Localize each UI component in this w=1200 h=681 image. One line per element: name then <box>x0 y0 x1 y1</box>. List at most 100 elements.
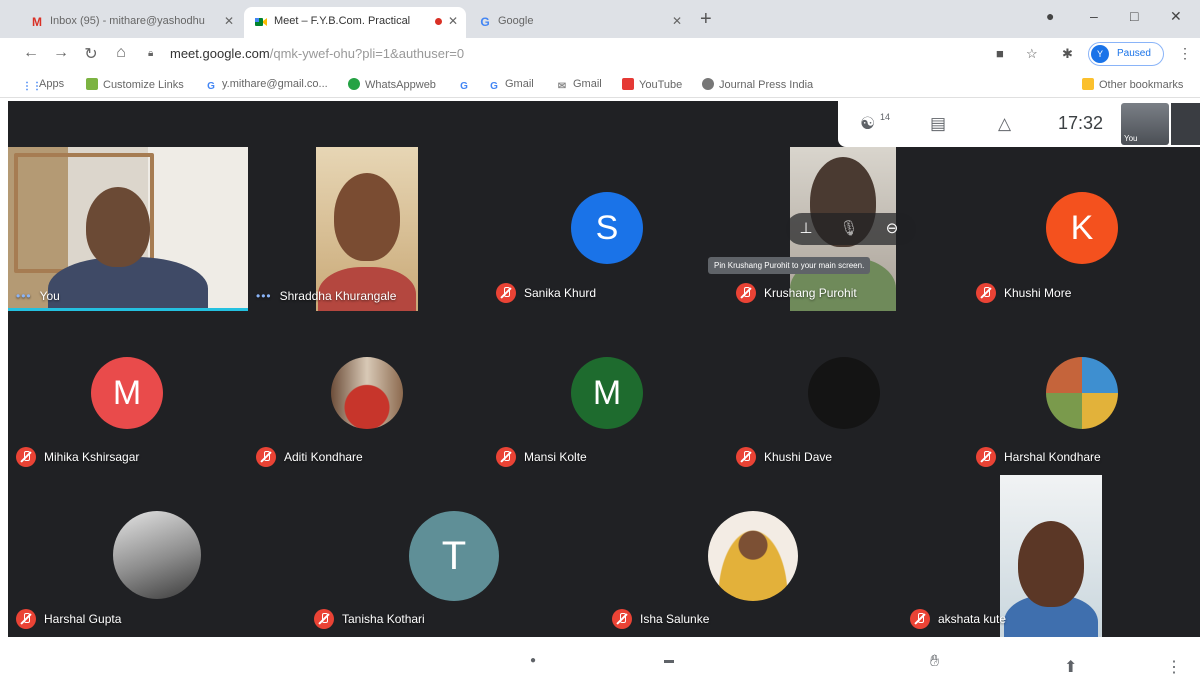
bookmark-label: Journal Press India <box>719 79 814 91</box>
bookmark-other-bookmarks[interactable]: Other bookmarks <box>1082 78 1183 91</box>
bookmark-customize-links[interactable]: Customize Links <box>86 78 184 91</box>
bookmark-journal-press-india[interactable]: Journal Press India <box>702 78 813 91</box>
bookmark-label: WhatsAppweb <box>365 79 436 91</box>
chat-icon[interactable]: ▤ <box>930 114 946 134</box>
mic-off-icon <box>256 447 276 467</box>
self-view-thumbnail[interactable]: You <box>1121 103 1169 145</box>
gmail-icon: M <box>32 15 42 29</box>
participant-name-text: Krushang Purohit <box>764 286 857 300</box>
participant-name-text: Mansi Kolte <box>524 450 587 464</box>
participant-tile[interactable]: T Tanisha Kothari <box>306 475 604 637</box>
close-icon[interactable]: ✕ <box>672 7 682 36</box>
bookmark-youtube[interactable]: YouTube <box>622 78 682 91</box>
more-options-icon[interactable]: ⋮ <box>1166 657 1182 677</box>
mic-off-icon <box>16 447 36 467</box>
minimize-button[interactable]: – <box>1090 8 1098 24</box>
avatar: M <box>571 357 643 429</box>
participant-name: Mihika Kshirsagar <box>16 447 139 467</box>
bookmark-label: Gmail <box>573 78 602 90</box>
close-icon[interactable]: ✕ <box>448 7 458 36</box>
participant-tile[interactable]: Aditi Kondhare <box>248 311 488 475</box>
raise-hand-icon[interactable]: ✋︎ <box>930 653 939 671</box>
mic-off-icon <box>496 447 516 467</box>
bookmark-whatsappweb[interactable]: WhatsAppweb <box>348 78 436 91</box>
mic-off-icon <box>976 283 996 303</box>
profile-paused-button[interactable]: Y Paused <box>1088 42 1164 66</box>
bookmark-google[interactable]: G <box>458 78 475 93</box>
participant-video <box>8 147 248 311</box>
browser-menu-icon[interactable]: ⋮ <box>1178 45 1192 62</box>
participant-tile[interactable]: ••• Shraddha Khurangale <box>248 147 488 311</box>
tab-gmail[interactable]: M Inbox (95) - mithare@yashodhu ✕ <box>20 7 242 38</box>
camera-in-use-icon[interactable]: ■ <box>996 46 1004 61</box>
participant-tile[interactable]: S Sanika Khurd <box>488 147 728 311</box>
mic-off-icon <box>314 609 334 629</box>
pin-icon[interactable]: ⊥ <box>796 219 816 237</box>
mute-icon[interactable]: 🎙︎ <box>839 219 859 237</box>
participant-name-text: akshata kute <box>938 612 1007 626</box>
address-bar[interactable]: 🔒︎ meet.google.com/qmk-ywef-ohu?pli=1&au… <box>140 42 990 66</box>
profile-status-label: Paused <box>1117 48 1151 59</box>
home-button[interactable]: ⌂ <box>110 44 132 62</box>
activities-icon[interactable]: △ <box>998 114 1011 134</box>
mic-off-icon <box>612 609 632 629</box>
participant-tile[interactable]: Isha Salunke <box>604 475 902 637</box>
audio-level-icon: ••• <box>256 289 272 303</box>
bookmark-google-account[interactable]: Gy.mithare@gmail.co... <box>205 78 328 93</box>
lock-icon: 🔒︎ <box>148 48 154 59</box>
camera-button-icon[interactable]: ▬ <box>664 655 674 666</box>
bookmark-label: y.mithare@gmail.co... <box>222 78 328 90</box>
participant-tile[interactable]: Harshal Kondhare <box>968 311 1200 475</box>
participant-tile[interactable]: K Khushi More <box>968 147 1200 311</box>
bookmark-apps[interactable]: ⋮⋮Apps <box>22 78 64 93</box>
participant-photo <box>708 511 798 601</box>
tab-meet[interactable]: Meet – F.Y.B.Com. Practical ✕ <box>244 7 466 38</box>
participant-tile[interactable]: M Mansi Kolte <box>488 311 728 475</box>
person-face <box>86 187 150 267</box>
participant-name: Sanika Khurd <box>496 283 596 303</box>
mic-button-icon[interactable]: ● <box>530 655 536 666</box>
close-window-button[interactable]: ✕ <box>1170 8 1182 25</box>
bookmark-gmail-2[interactable]: ✉ Gmail <box>556 78 602 93</box>
tab-search-icon[interactable]: ● <box>1046 8 1054 24</box>
new-tab-button[interactable]: + <box>700 9 712 29</box>
remove-icon[interactable]: ⊖ <box>882 219 902 237</box>
participant-name-text: Shraddha Khurangale <box>279 289 397 303</box>
google-icon: G <box>207 81 215 92</box>
participant-name: Khushi Dave <box>736 447 832 467</box>
google-icon: G <box>480 15 490 29</box>
mic-off-icon <box>976 447 996 467</box>
bookmark-label: Customize Links <box>103 79 184 91</box>
present-now-icon[interactable]: ⬆ <box>1064 657 1077 677</box>
participant-video <box>1000 475 1102 637</box>
participant-tile[interactable]: akshata kute <box>902 475 1200 637</box>
participant-name-text: Harshal Kondhare <box>1004 450 1101 464</box>
participant-tile[interactable]: Harshal Gupta <box>8 475 306 637</box>
forward-button[interactable]: → <box>50 44 72 62</box>
participant-name-text: Khushi Dave <box>764 450 833 464</box>
bookmark-gmail[interactable]: G Gmail <box>488 78 534 93</box>
participant-tile[interactable]: ••• You <box>8 147 248 311</box>
person-face <box>1018 521 1084 607</box>
reload-button[interactable]: ↻ <box>80 44 102 64</box>
google-icon: G <box>490 81 498 92</box>
bookmark-star-icon[interactable]: ☆ <box>1026 46 1038 62</box>
back-button[interactable]: ← <box>20 44 42 62</box>
tab-google[interactable]: G Google ✕ <box>468 7 690 38</box>
google-icon: G <box>460 81 468 92</box>
meet-stage: ☯ 14 ▤ △ 17:32 You ••• You ••• Shraddha Kh… <box>8 101 1200 637</box>
bookmark-label: YouTube <box>639 79 683 91</box>
participant-name: Khushi More <box>976 283 1071 303</box>
extensions-icon[interactable]: ✱ <box>1062 46 1073 62</box>
people-icon[interactable]: ☯ <box>860 114 875 134</box>
mic-off-icon <box>736 447 756 467</box>
participant-name-text: Aditi Kondhare <box>284 450 363 464</box>
maximize-button[interactable]: □ <box>1130 8 1138 24</box>
bookmark-label: Other bookmarks <box>1099 79 1184 91</box>
participant-tile[interactable]: Khushi Dave <box>728 311 968 475</box>
close-icon[interactable]: ✕ <box>224 7 234 36</box>
avatar: K <box>1046 192 1118 264</box>
bookmarks-bar: ⋮⋮Apps Customize Links Gy.mithare@gmail.… <box>0 72 1200 98</box>
participant-tile[interactable]: M Mihika Kshirsagar <box>8 311 248 475</box>
mic-off-icon <box>910 609 930 629</box>
